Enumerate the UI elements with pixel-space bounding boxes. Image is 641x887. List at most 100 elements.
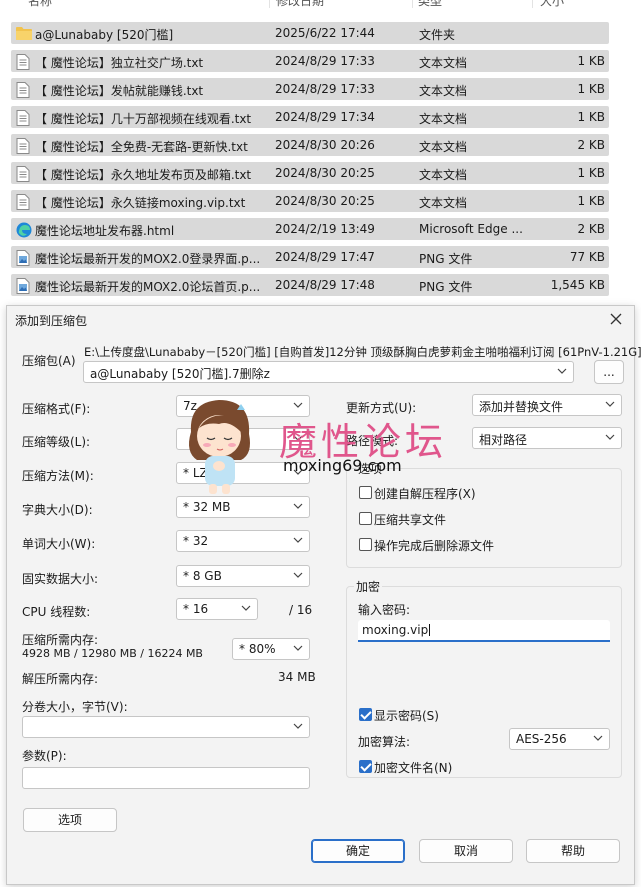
column-size[interactable]: 大小 bbox=[540, 0, 564, 9]
show-password-checkbox[interactable] bbox=[359, 708, 372, 721]
file-size: 2 KB bbox=[577, 138, 605, 152]
file-size: 1,545 KB bbox=[550, 278, 605, 292]
file-row[interactable]: 【 魔性论坛】全免费-无套路-更新快.txt 2024/8/30 20:26 文本文… bbox=[11, 134, 609, 156]
text-file-icon bbox=[16, 54, 30, 70]
chevron-down-icon bbox=[293, 400, 303, 410]
dialog-title: 添加到压缩包 bbox=[15, 314, 88, 328]
file-row[interactable]: 【 魔性论坛】发帖就能赚钱.txt 2024/8/29 17:33 文本文档 1 KB bbox=[11, 78, 609, 100]
level-label: 压缩等级(L): bbox=[22, 435, 91, 449]
png-file-icon bbox=[16, 250, 30, 266]
file-row[interactable]: 【 魔性论坛】几十万部视频在线观看.txt 2024/8/29 17:34 文本文档… bbox=[11, 106, 609, 128]
format-label: 压缩格式(F): bbox=[22, 402, 91, 416]
sfx-option-label[interactable]: 创建自解压程序(X) bbox=[374, 485, 476, 502]
shared-files-label[interactable]: 压缩共享文件 bbox=[374, 511, 446, 528]
file-name: 【 魔性论坛】全免费-无套路-更新快.txt bbox=[35, 140, 248, 154]
encrypt-names-label[interactable]: 加密文件名(N) bbox=[374, 759, 452, 776]
file-list: 名称 修改日期 类型 大小 a@Lunababy [520门槛] 2025/6/2… bbox=[0, 0, 641, 305]
file-type: 文本文档 bbox=[419, 112, 468, 126]
png-file-icon bbox=[16, 278, 30, 294]
parameters-input[interactable] bbox=[22, 767, 310, 789]
add-to-archive-dialog: 添加到压缩包 压缩包(A) E:\上传度盘\Lunababy－[520门槛] [… bbox=[6, 305, 641, 885]
compress-memory-value: 4928 MB / 12980 MB / 16224 MB bbox=[22, 647, 203, 660]
word-size-label: 单词大小(W): bbox=[22, 537, 96, 551]
file-date: 2024/8/30 20:25 bbox=[275, 166, 375, 180]
text-cursor bbox=[429, 624, 431, 636]
file-size: 2 KB bbox=[577, 222, 605, 236]
file-name: 【 魔性论坛】几十万部视频在线观看.txt bbox=[35, 112, 252, 126]
shared-files-checkbox[interactable] bbox=[359, 512, 372, 525]
word-size-value: * 32 bbox=[183, 534, 209, 548]
file-name: 魔性论坛最新开发的MOX2.0登录界面.p... bbox=[35, 252, 261, 266]
file-row[interactable]: 魔性论坛最新开发的MOX2.0登录界面.p... 2024/8/29 17:47 P… bbox=[11, 246, 609, 268]
column-divider[interactable] bbox=[269, 0, 270, 8]
path-mode-select[interactable]: 相对路径 bbox=[472, 427, 622, 449]
delete-source-label[interactable]: 操作完成后删除源文件 bbox=[374, 537, 494, 554]
chevron-down-icon bbox=[293, 535, 303, 545]
dictionary-value: * 32 MB bbox=[183, 500, 231, 514]
file-type: 文本文档 bbox=[419, 56, 468, 70]
column-type[interactable]: 类型 bbox=[418, 0, 442, 9]
file-name: a@Lunababy [520门槛] bbox=[35, 28, 174, 42]
file-size: 1 KB bbox=[577, 194, 605, 208]
compress-memory-label: 压缩所需内存: bbox=[22, 633, 99, 647]
file-row[interactable]: 【 魔性论坛】永久地址发布页及邮箱.txt 2024/8/30 20:25 文本文档… bbox=[11, 162, 609, 184]
delete-source-checkbox[interactable] bbox=[359, 538, 372, 551]
solid-size-select[interactable]: * 8 GB bbox=[176, 565, 310, 587]
show-password-label[interactable]: 显示密码(S) bbox=[374, 707, 439, 724]
column-divider[interactable] bbox=[532, 0, 533, 8]
watermark-url: moxing69.com bbox=[283, 456, 402, 475]
update-mode-select[interactable]: 添加并替换文件 bbox=[472, 394, 622, 416]
file-date: 2025/6/22 17:44 bbox=[275, 26, 375, 40]
file-row[interactable]: 【 魔性论坛】独立社交广场.txt 2024/8/29 17:33 文本文档 1 KB bbox=[11, 50, 609, 72]
cancel-button[interactable]: 取消 bbox=[419, 839, 513, 863]
file-row[interactable]: 【 魔性论坛】永久链接moxing.vip.txt 2024/8/30 20:25… bbox=[11, 190, 609, 212]
encrypt-names-checkbox[interactable] bbox=[359, 760, 372, 773]
encryption-method-value: AES-256 bbox=[516, 732, 567, 746]
file-row[interactable]: a@Lunababy [520门槛] 2025/6/22 17:44 文件夹 bbox=[11, 22, 609, 44]
method-label: 压缩方法(M): bbox=[22, 469, 94, 483]
archive-directory: E:\上传度盘\Lunababy－[520门槛] [自购首发]12分钟 顶级酥胸… bbox=[84, 345, 641, 359]
column-name[interactable]: 名称 bbox=[28, 0, 52, 9]
file-row[interactable]: 魔性论坛最新开发的MOX2.0论坛首页.p... 2024/8/29 17:48 P… bbox=[11, 274, 609, 296]
sfx-checkbox[interactable] bbox=[359, 486, 372, 499]
dialog-titlebar[interactable]: 添加到压缩包 bbox=[7, 306, 634, 332]
chevron-down-icon bbox=[293, 501, 303, 511]
file-date: 2024/8/29 17:33 bbox=[275, 54, 375, 68]
text-file-icon bbox=[16, 110, 30, 126]
cpu-threads-select[interactable]: * 16 bbox=[176, 598, 258, 620]
ok-button[interactable]: 确定 bbox=[311, 839, 405, 863]
file-type: 文本文档 bbox=[419, 84, 468, 98]
file-size: 1 KB bbox=[577, 110, 605, 124]
help-button[interactable]: 帮助 bbox=[526, 839, 620, 863]
file-date: 2024/2/19 13:49 bbox=[275, 222, 375, 236]
encryption-method-select[interactable]: AES-256 bbox=[509, 728, 610, 750]
word-size-select[interactable]: * 32 bbox=[176, 530, 310, 552]
file-date: 2024/8/30 20:26 bbox=[275, 138, 375, 152]
archive-name-value: a@Lunababy [520门槛].7删除z bbox=[90, 367, 270, 381]
chevron-down-icon bbox=[593, 733, 603, 743]
encryption-group-title: 加密 bbox=[354, 578, 383, 595]
file-row[interactable]: 魔性论坛地址发布器.html 2024/2/19 13:49 Microsoft E… bbox=[11, 218, 609, 240]
decompress-memory-label: 解压所需内存: bbox=[22, 672, 99, 686]
text-file-icon bbox=[16, 194, 30, 210]
memory-percent-select[interactable]: * 80% bbox=[232, 638, 310, 660]
file-type: 文件夹 bbox=[419, 28, 456, 42]
file-date: 2024/8/29 17:34 bbox=[275, 110, 375, 124]
options-button[interactable]: 选项 bbox=[23, 808, 117, 832]
volume-size-combo[interactable] bbox=[22, 716, 310, 738]
text-file-icon bbox=[16, 82, 30, 98]
file-name: 魔性论坛最新开发的MOX2.0论坛首页.p... bbox=[35, 280, 261, 294]
volume-size-label: 分卷大小，字节(V): bbox=[22, 700, 128, 714]
file-type: PNG 文件 bbox=[419, 252, 473, 266]
column-date[interactable]: 修改日期 bbox=[276, 0, 324, 9]
password-label: 输入密码: bbox=[358, 603, 411, 617]
browse-button[interactable]: ... bbox=[594, 360, 624, 384]
chevron-down-icon bbox=[293, 643, 303, 653]
column-divider[interactable] bbox=[412, 0, 413, 8]
password-input[interactable]: moxing.vip bbox=[358, 620, 610, 642]
close-icon[interactable] bbox=[606, 309, 626, 329]
edge-html-icon bbox=[16, 222, 32, 238]
file-size: 1 KB bbox=[577, 54, 605, 68]
archive-name-combo[interactable]: a@Lunababy [520门槛].7删除z bbox=[83, 361, 574, 383]
update-mode-value: 添加并替换文件 bbox=[479, 400, 564, 414]
